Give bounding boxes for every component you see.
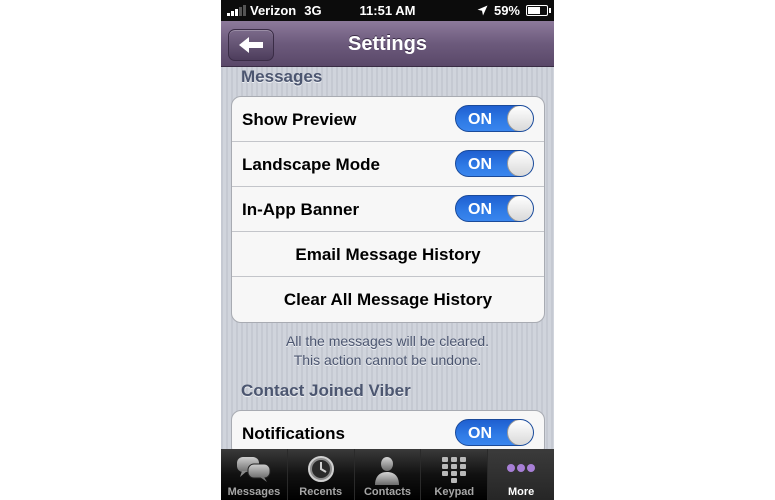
signal-strength-icon: [227, 5, 246, 16]
tab-label: Contacts: [363, 486, 412, 498]
footnote-line: All the messages will be cleared.: [285, 333, 490, 349]
row-in-app-banner: In-App Banner ON: [232, 187, 544, 232]
tab-more[interactable]: More: [487, 449, 554, 500]
tab-label: Recents: [299, 486, 343, 498]
speech-bubbles-icon: [236, 457, 271, 482]
battery-percent: 59%: [493, 3, 520, 18]
row-label: Notifications: [242, 424, 345, 443]
row-label: Email Message History: [295, 245, 481, 264]
email-message-history-button[interactable]: Email Message History: [232, 232, 544, 277]
toggle-state: ON: [468, 111, 492, 128]
tab-contacts[interactable]: Contacts: [353, 449, 421, 500]
in-app-banner-toggle[interactable]: ON: [455, 195, 534, 222]
network-type: 3G: [304, 3, 322, 18]
status-right: 59%: [477, 3, 551, 18]
row-label: Landscape Mode: [242, 155, 380, 174]
keypad-icon: [442, 457, 467, 483]
person-icon: [375, 457, 400, 485]
page-title: Settings: [348, 33, 427, 55]
tab-label: More: [507, 486, 535, 498]
section-title-messages: Messages: [241, 67, 323, 86]
row-landscape-mode: Landscape Mode ON: [232, 142, 544, 187]
toggle-knob: [507, 106, 533, 131]
toggle-state: ON: [468, 425, 492, 442]
toggle-knob: [507, 420, 533, 445]
toggle-knob: [507, 151, 533, 176]
clear-all-message-history-button[interactable]: Clear All Message History: [232, 277, 544, 322]
show-preview-toggle[interactable]: ON: [455, 105, 534, 132]
row-show-preview: Show Preview ON: [232, 97, 544, 142]
section-title-contact-joined: Contact Joined Viber: [241, 381, 411, 400]
messages-settings-group: Show Preview ON Landscape Mode ON In-App…: [231, 96, 545, 323]
carrier-name: Verizon: [250, 3, 297, 18]
tab-keypad[interactable]: Keypad: [420, 449, 487, 500]
tab-label: Keypad: [434, 486, 475, 498]
toggle-knob: [507, 196, 533, 221]
phone-screen: Verizon 3G 11:51 AM 59% Settings Message…: [221, 0, 554, 500]
status-bar: Verizon 3G 11:51 AM 59%: [221, 0, 554, 21]
toggle-state: ON: [468, 201, 492, 218]
location-arrow-icon: [477, 5, 488, 16]
more-dots-icon: [507, 464, 536, 472]
clock-icon: [307, 456, 334, 482]
carrier-info: Verizon 3G: [227, 3, 322, 18]
notifications-toggle[interactable]: ON: [455, 419, 534, 446]
landscape-mode-toggle[interactable]: ON: [455, 150, 534, 177]
tab-label: Messages: [227, 486, 281, 498]
row-label: Show Preview: [242, 110, 357, 129]
battery-icon: [526, 5, 551, 16]
row-label: In-App Banner: [242, 200, 360, 219]
navigation-bar: Settings: [221, 21, 554, 67]
tab-bar: Messages Recents Contacts Keypad More: [221, 449, 554, 500]
toggle-state: ON: [468, 156, 492, 173]
clear-history-footnote: All the messages will be cleared. This a…: [221, 332, 554, 370]
footnote-line: This action cannot be undone.: [293, 352, 482, 368]
tab-recents[interactable]: Recents: [286, 449, 354, 500]
row-label: Clear All Message History: [283, 290, 493, 309]
tab-messages[interactable]: Messages: [221, 449, 287, 500]
